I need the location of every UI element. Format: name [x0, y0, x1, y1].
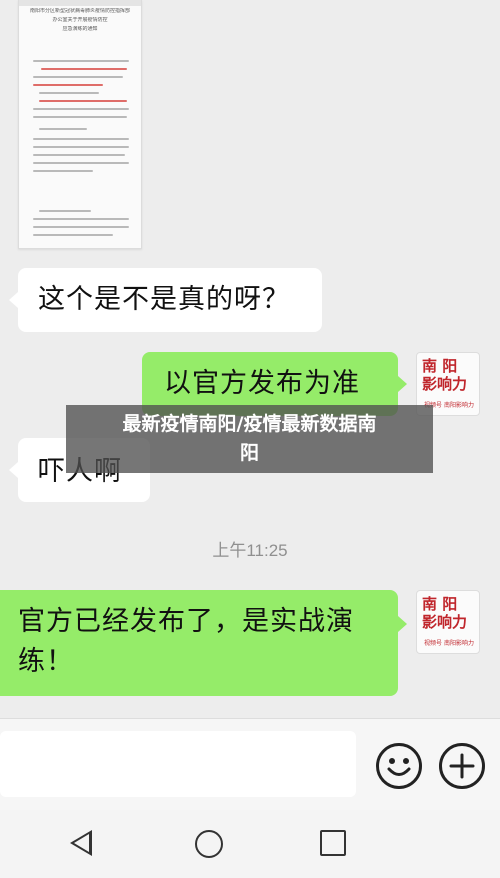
avatar-caption: 视频号 南阳影响力: [424, 640, 474, 647]
plus-icon[interactable]: [439, 743, 485, 789]
bubble-tail: [398, 376, 407, 392]
back-icon-inner: [74, 834, 89, 852]
message-text: 以官方发布为准: [164, 368, 360, 399]
message-bubble-right[interactable]: 官方已经发布了，是实战演 练！: [0, 590, 398, 696]
message-text-line-2: 练！: [18, 646, 74, 677]
article-title-overlay: 最新疫情南阳/疫情最新数据南 阳: [66, 405, 433, 473]
document-title-line-2: 办公室关于开展疫情防控: [52, 17, 108, 23]
message-timestamp: 上午11:25: [212, 541, 288, 560]
document-title-line-3: 应急演练的通知: [62, 26, 98, 32]
chat-area: 南阳市分区新型冠状病毒肺炎疫情防控指挥部 办公室关于开展疫情防控 应急演练的通知…: [0, 0, 500, 718]
avatar-seal: 南 阳 影响力: [422, 595, 468, 631]
square-recent-icon[interactable]: [320, 830, 346, 856]
bubble-tail: [9, 462, 18, 478]
smiley-icon[interactable]: [376, 743, 422, 789]
circle-home-icon[interactable]: [195, 830, 223, 858]
bubble-tail: [9, 292, 18, 308]
message-text-line-1: 官方已经发布了，是实战演: [18, 606, 354, 637]
message-text: 这个是不是真的呀？: [38, 284, 290, 315]
message-input[interactable]: [0, 731, 356, 797]
bubble-tail: [398, 616, 407, 632]
avatar[interactable]: 南 阳 影响力 视频号 南阳影响力: [416, 590, 480, 654]
system-navigation-bar: [0, 810, 500, 878]
document-status-strip: [19, 0, 141, 6]
message-bubble-left[interactable]: 这个是不是真的呀？: [18, 268, 322, 332]
document-image-message[interactable]: 南阳市分区新型冠状病毒肺炎疫情防控指挥部 办公室关于开展疫情防控 应急演练的通知: [18, 0, 142, 249]
document-title-line-1: 南阳市分区新型冠状病毒肺炎疫情防控指挥部: [29, 8, 130, 14]
overlay-title-line-2: 阳: [239, 442, 259, 464]
avatar-seal: 南 阳 影响力: [422, 357, 468, 393]
chat-input-bar: [0, 718, 500, 811]
overlay-title-line-1: 最新疫情南阳/疫情最新数据南: [122, 413, 377, 435]
